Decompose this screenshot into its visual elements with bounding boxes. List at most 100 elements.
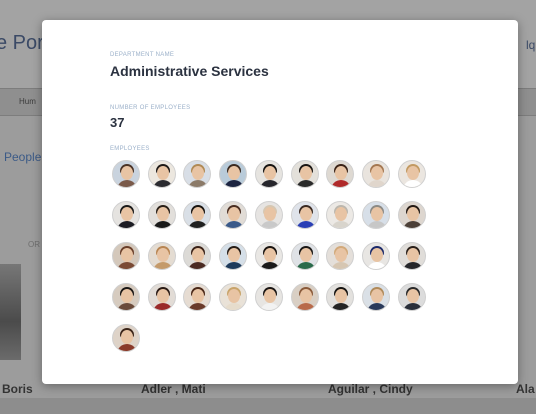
employee-avatar[interactable] xyxy=(219,242,247,270)
employee-avatar[interactable] xyxy=(183,242,211,270)
avatar-body xyxy=(296,303,316,310)
employee-avatar[interactable] xyxy=(362,201,390,229)
employee-avatar[interactable] xyxy=(326,201,354,229)
avatar-body xyxy=(117,303,137,310)
employee-avatar[interactable] xyxy=(183,283,211,311)
avatar-face xyxy=(371,248,383,262)
avatar-face xyxy=(335,289,347,303)
employee-avatar[interactable] xyxy=(326,242,354,270)
employees-label: EMPLOYEES xyxy=(110,146,150,152)
background-employee-name: Aguilar , Cindy xyxy=(328,382,413,396)
avatar-face xyxy=(407,289,419,303)
avatar-face xyxy=(264,248,276,262)
employee-avatar[interactable] xyxy=(291,242,319,270)
department-modal: DEPARTMENT NAME Administrative Services … xyxy=(42,20,518,384)
employee-avatar[interactable] xyxy=(255,283,283,311)
avatar-face xyxy=(121,330,133,344)
employee-avatar[interactable] xyxy=(326,283,354,311)
avatar-body xyxy=(403,303,423,310)
employee-avatar[interactable] xyxy=(291,283,319,311)
avatar-body xyxy=(260,221,280,228)
avatar-face xyxy=(228,166,240,180)
avatar-body xyxy=(367,180,387,187)
employee-avatar[interactable] xyxy=(362,160,390,188)
avatar-body xyxy=(331,180,351,187)
background-employee-name: Boris xyxy=(2,382,33,396)
avatar-body xyxy=(296,180,316,187)
employee-avatar[interactable] xyxy=(148,160,176,188)
avatar-body xyxy=(331,221,351,228)
employee-avatar[interactable] xyxy=(219,201,247,229)
employee-avatar[interactable] xyxy=(362,283,390,311)
avatar-face xyxy=(264,166,276,180)
employee-avatar[interactable] xyxy=(112,324,140,352)
employee-avatar[interactable] xyxy=(398,201,426,229)
employee-avatar[interactable] xyxy=(112,160,140,188)
avatar-body xyxy=(117,180,137,187)
employee-avatar[interactable] xyxy=(291,160,319,188)
avatar-body xyxy=(367,262,387,269)
employee-avatar[interactable] xyxy=(219,160,247,188)
employee-avatar[interactable] xyxy=(255,242,283,270)
avatar-body xyxy=(224,180,244,187)
avatar-body xyxy=(153,221,173,228)
employee-avatar[interactable] xyxy=(112,201,140,229)
avatar-face xyxy=(264,289,276,303)
employee-avatar[interactable] xyxy=(112,283,140,311)
avatar-body xyxy=(260,303,280,310)
employee-avatar[interactable] xyxy=(183,160,211,188)
avatar-face xyxy=(228,248,240,262)
avatar-body xyxy=(331,303,351,310)
employee-avatar[interactable] xyxy=(291,201,319,229)
avatar-face xyxy=(407,248,419,262)
avatar-face xyxy=(228,289,240,303)
employee-avatar[interactable] xyxy=(398,283,426,311)
avatar-body xyxy=(260,262,280,269)
employee-avatar[interactable] xyxy=(255,160,283,188)
employee-avatar[interactable] xyxy=(112,242,140,270)
employee-avatar[interactable] xyxy=(183,201,211,229)
avatar-face xyxy=(335,166,347,180)
avatar-body xyxy=(153,262,173,269)
avatar-face xyxy=(192,289,204,303)
background-card-row xyxy=(0,398,536,414)
avatar-body xyxy=(296,221,316,228)
avatar-face xyxy=(157,207,169,221)
employee-avatar[interactable] xyxy=(362,242,390,270)
avatar-face xyxy=(157,166,169,180)
avatar-body xyxy=(224,303,244,310)
employee-avatar[interactable] xyxy=(255,201,283,229)
avatar-face xyxy=(371,289,383,303)
background-header-link: lqu xyxy=(525,38,536,52)
avatar-body xyxy=(117,344,137,351)
avatar-body xyxy=(403,221,423,228)
avatar-face xyxy=(407,166,419,180)
avatar-face xyxy=(121,207,133,221)
avatar-body xyxy=(188,221,208,228)
department-name-label: DEPARTMENT NAME xyxy=(110,52,175,58)
employee-count-label: NUMBER OF EMPLOYEES xyxy=(110,105,191,111)
employee-avatar[interactable] xyxy=(148,242,176,270)
avatar-face xyxy=(228,207,240,221)
avatar-face xyxy=(335,207,347,221)
employee-avatar[interactable] xyxy=(148,283,176,311)
employee-count: 37 xyxy=(110,115,125,130)
employee-avatar[interactable] xyxy=(148,201,176,229)
avatar-body xyxy=(403,180,423,187)
background-nav-item: Hum xyxy=(19,97,36,106)
background-employee-photo xyxy=(0,264,21,360)
avatar-face xyxy=(192,207,204,221)
avatar-body xyxy=(188,180,208,187)
employee-avatar[interactable] xyxy=(326,160,354,188)
avatar-body xyxy=(403,262,423,269)
avatar-body xyxy=(117,221,137,228)
avatar-face xyxy=(121,289,133,303)
avatar-face xyxy=(264,207,276,221)
avatar-face xyxy=(300,207,312,221)
employee-avatar[interactable] xyxy=(398,160,426,188)
employee-avatar[interactable] xyxy=(219,283,247,311)
avatar-face xyxy=(335,248,347,262)
avatar-face xyxy=(157,289,169,303)
avatar-body xyxy=(367,221,387,228)
employee-avatar[interactable] xyxy=(398,242,426,270)
